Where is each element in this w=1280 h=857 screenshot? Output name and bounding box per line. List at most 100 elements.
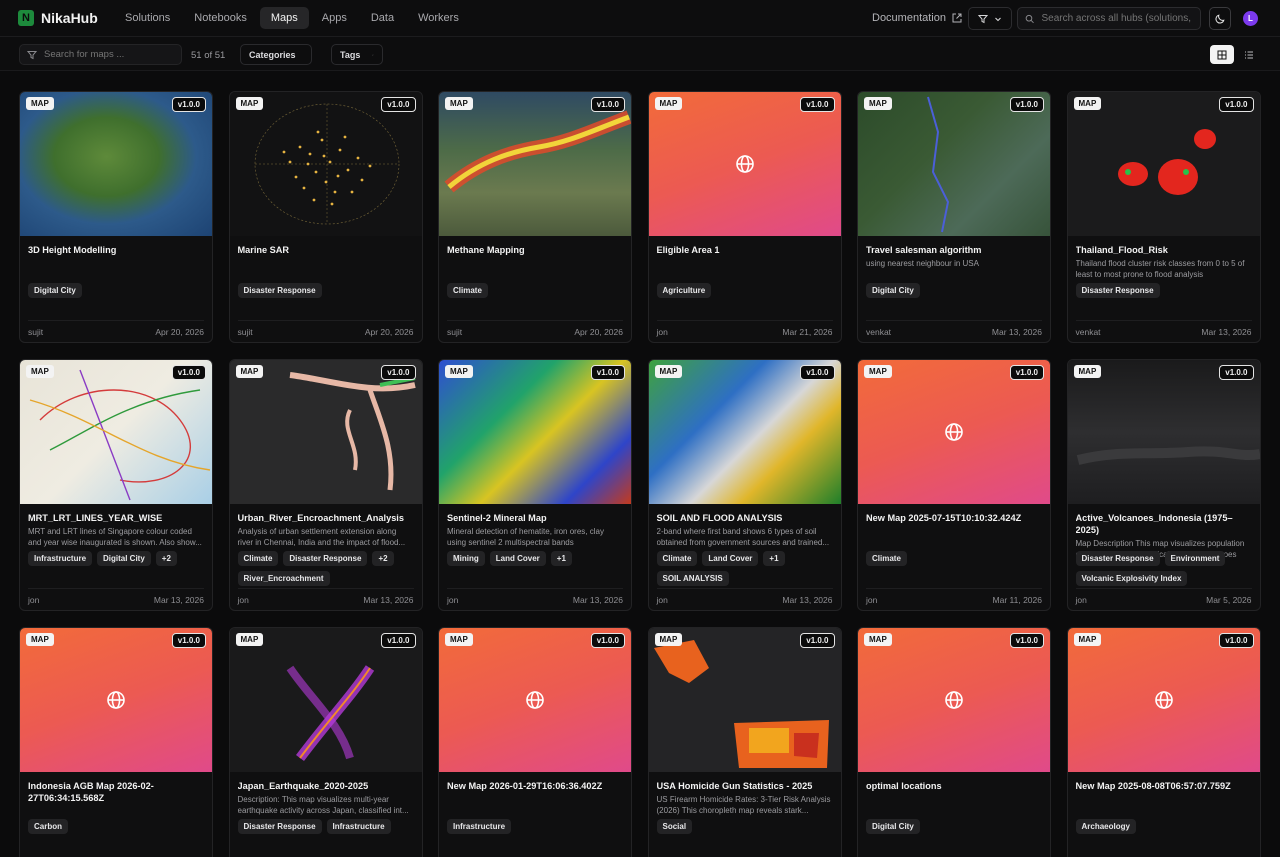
map-card[interactable]: MAP v1.0.0 Methane Mapping Climate sujit Apr … (438, 91, 632, 343)
tag-chip[interactable]: Disaster Response (1075, 283, 1160, 298)
documentation-label: Documentation (872, 12, 946, 24)
tag-chip[interactable]: +2 (372, 551, 394, 566)
tags-dropdown[interactable]: Tags (331, 44, 383, 65)
card-footer: jon Mar 13, 2026 (447, 588, 623, 610)
global-search-input[interactable] (1041, 13, 1193, 24)
tag-chip[interactable]: SOIL ANALYSIS (656, 571, 729, 586)
tag-chip[interactable]: Land Cover (489, 551, 546, 566)
card-footer: venkat Mar 13, 2026 (1075, 320, 1252, 342)
map-card[interactable]: MAP v1.0.0 3D Height Modelling Digital City… (19, 91, 213, 343)
tag-chip[interactable]: +1 (763, 551, 785, 566)
map-card[interactable]: MAP v1.0.0 optimal locations Digital City (857, 627, 1051, 857)
tag-chip[interactable]: Carbon (28, 819, 68, 834)
tag-chip[interactable]: Mining (447, 551, 485, 566)
map-thumbnail[interactable]: MAP v1.0.0 (858, 92, 1050, 236)
map-card[interactable]: MAP v1.0.0 New Map 2025-08-08T06:57:07.759… (1066, 627, 1261, 857)
tag-chip[interactable]: Disaster Response (237, 283, 322, 298)
map-card[interactable]: MAP v1.0.0 MRT_LRT_LINES_YEAR_WISE MRT and … (19, 359, 213, 611)
tag-chip[interactable]: Infrastructure (326, 819, 391, 834)
documentation-link[interactable]: Documentation (872, 12, 962, 24)
tag-chip[interactable]: Environment (1164, 551, 1226, 566)
map-thumbnail[interactable]: MAP v1.0.0 (20, 360, 212, 504)
map-thumbnail[interactable]: MAP v1.0.0 (648, 628, 841, 772)
grid-view-button[interactable] (1210, 45, 1234, 64)
map-thumbnail[interactable]: MAP v1.0.0 (229, 92, 422, 236)
updated-date: Apr 20, 2026 (574, 326, 623, 337)
map-card[interactable]: MAP v1.0.0 USA Homicide Gun Statistics - 2… (647, 627, 842, 857)
nav-item-maps[interactable]: Maps (259, 7, 309, 29)
tag-chip[interactable]: Land Cover (702, 551, 759, 566)
map-card[interactable]: MAP v1.0.0 Urban_River_Encroachment_Analys… (228, 359, 423, 611)
map-thumbnail[interactable]: MAP v1.0.0 (20, 628, 212, 772)
map-card[interactable]: MAP v1.0.0 Japan_Earthquake_2020-2025 Descr… (228, 627, 423, 857)
map-thumbnail[interactable]: MAP v1.0.0 (648, 360, 841, 504)
nav-item-data[interactable]: Data (360, 7, 405, 29)
map-thumbnail[interactable]: MAP v1.0.0 (20, 92, 212, 236)
tag-chip[interactable]: Disaster Response (283, 551, 368, 566)
map-thumbnail[interactable]: MAP v1.0.0 (1067, 628, 1260, 772)
tag-chip[interactable]: River_Encroachment (237, 571, 330, 586)
map-card[interactable]: MAP v1.0.0 SOIL AND FLOOD ANALYSIS 2-band w… (647, 359, 842, 611)
tag-chip[interactable]: Disaster Response (1075, 551, 1160, 566)
user-avatar[interactable]: L (1243, 11, 1258, 26)
map-card[interactable]: MAP v1.0.0 Marine SAR Disaster Response suji… (228, 91, 423, 343)
map-thumbnail[interactable]: MAP v1.0.0 (858, 360, 1050, 504)
tag-chip[interactable]: Disaster Response (237, 819, 322, 834)
hub-filter-button[interactable] (968, 7, 1012, 30)
tag-chip[interactable]: Digital City (866, 819, 920, 834)
map-card[interactable]: MAP v1.0.0 New Map 2026-01-29T16:06:36.402… (438, 627, 632, 857)
map-thumbnail[interactable]: MAP v1.0.0 (648, 92, 841, 236)
tag-chip[interactable]: Volcanic Explosivity Index (1075, 571, 1188, 586)
chevron-down-icon (372, 54, 374, 55)
tag-list: Climate (447, 283, 623, 298)
tag-chip[interactable]: Digital City (866, 283, 920, 298)
type-badge: MAP (235, 633, 264, 646)
global-search[interactable] (1017, 7, 1201, 30)
map-thumbnail[interactable]: MAP v1.0.0 (858, 628, 1050, 772)
type-badge: MAP (864, 97, 892, 110)
nav-item-solutions[interactable]: Solutions (114, 7, 181, 29)
nav-item-notebooks[interactable]: Notebooks (183, 7, 258, 29)
tag-chip[interactable]: Digital City (28, 283, 82, 298)
tag-list: Carbon (28, 819, 204, 834)
tag-chip[interactable]: Climate (447, 283, 488, 298)
nav-item-workers[interactable]: Workers (407, 7, 470, 29)
tag-chip[interactable]: Digital City (97, 551, 151, 566)
tag-chip[interactable]: Social (656, 819, 693, 834)
theme-toggle-button[interactable] (1209, 7, 1231, 30)
map-thumbnail[interactable]: MAP v1.0.0 (1067, 360, 1260, 504)
tag-chip[interactable]: Infrastructure (28, 551, 93, 566)
map-thumbnail[interactable]: MAP v1.0.0 (229, 628, 422, 772)
map-card[interactable]: MAP v1.0.0 New Map 2025-07-15T10:10:32.424… (857, 359, 1051, 611)
map-card[interactable]: MAP v1.0.0 Active_Volcanoes_Indonesia (197… (1066, 359, 1261, 611)
map-card[interactable]: MAP v1.0.0 Indonesia AGB Map 2026-02-27T06… (19, 627, 213, 857)
list-view-button[interactable] (1238, 45, 1260, 64)
search-icon (1025, 14, 1034, 23)
card-title: Marine SAR (237, 245, 290, 255)
map-thumbnail[interactable]: MAP v1.0.0 (439, 360, 631, 504)
map-thumbnail[interactable]: MAP v1.0.0 (439, 92, 631, 236)
filter-icon (978, 14, 988, 23)
tag-chip[interactable]: Archaeology (1075, 819, 1136, 834)
map-card[interactable]: MAP v1.0.0 Travel salesman algorithm using … (857, 91, 1051, 343)
app-logo[interactable]: N NikaHub (18, 10, 98, 26)
external-link-icon (952, 13, 962, 23)
categories-dropdown[interactable]: Categories (240, 44, 312, 65)
version-badge: v1.0.0 (381, 633, 416, 648)
map-thumbnail[interactable]: MAP v1.0.0 (1067, 92, 1260, 236)
map-card[interactable]: MAP v1.0.0 Thailand_Flood_Risk Thailand flo… (1066, 91, 1261, 343)
tag-chip[interactable]: +1 (550, 551, 572, 566)
tag-chip[interactable]: Climate (656, 551, 698, 566)
map-search-input[interactable] (44, 49, 164, 60)
map-card[interactable]: MAP v1.0.0 Eligible Area 1 Agriculture jon Ma… (647, 91, 842, 343)
tag-chip[interactable]: Infrastructure (447, 819, 512, 834)
tag-chip[interactable]: Agriculture (656, 283, 712, 298)
map-card[interactable]: MAP v1.0.0 Sentinel-2 Mineral Map Mineral d… (438, 359, 632, 611)
tag-chip[interactable]: Climate (237, 551, 279, 566)
nav-item-apps[interactable]: Apps (311, 7, 358, 29)
tag-chip[interactable]: +2 (155, 551, 177, 566)
map-thumbnail[interactable]: MAP v1.0.0 (229, 360, 422, 504)
map-search[interactable] (19, 44, 182, 65)
map-thumbnail[interactable]: MAP v1.0.0 (439, 628, 631, 772)
tag-chip[interactable]: Climate (866, 551, 907, 566)
